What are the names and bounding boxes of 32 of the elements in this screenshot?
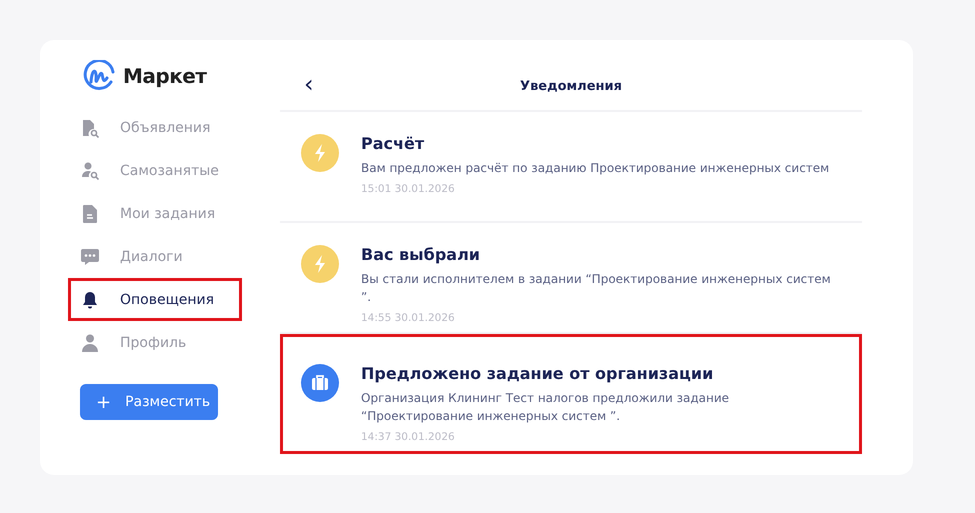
user-icon (80, 332, 100, 352)
nav-item[interactable]: Диалоги (68, 235, 242, 278)
notification-text: Организация Клининг Тест налогов предложили задание “Проектирование инженерных систем ”. (361, 390, 730, 425)
nav-item[interactable]: Мои задания (68, 192, 242, 235)
document-search-icon (80, 118, 100, 138)
notification-text: Вы стали исполнителем в задании “Проектирование инженерных систем ”. (361, 271, 832, 306)
nav-item[interactable]: Профиль (68, 321, 242, 364)
briefcase-icon (301, 364, 339, 402)
notification-title: Предложено задание от организации (361, 364, 714, 383)
back-button[interactable]: ‹ (300, 70, 318, 98)
post-button[interactable]: + Разместить (80, 384, 218, 420)
nav-item[interactable]: Объявления (68, 106, 242, 149)
notification-title: Вас выбрали (361, 245, 481, 264)
user-search-icon (80, 160, 100, 180)
nav-item[interactable]: Самозанятые (68, 149, 242, 192)
notification-time: 15:01 30.01.2026 (361, 183, 456, 195)
document-icon (80, 204, 100, 224)
notification-item[interactable]: Расчёт Вам предложен расчёт по заданию Проектирование инженерных систем 15:01 30.01.2026 (280, 112, 862, 223)
notification-title: Расчёт (361, 134, 426, 153)
logo-text: Маркет (123, 64, 206, 88)
lightning-icon (301, 245, 339, 283)
bell-icon (80, 290, 100, 310)
notification-text: Вам предложен расчёт по заданию Проектирование инженерных систем (361, 160, 830, 177)
notification-time: 14:55 30.01.2026 (361, 312, 456, 324)
notification-time: 14:37 30.01.2026 (361, 431, 456, 443)
notification-item[interactable]: Предложено задание от организации Организация Клининг Тест налогов предложили задание “Проектирование инженерных систем ”. 14:37 30.01.2026 (280, 334, 862, 454)
nav-item[interactable]: Оповещения (68, 278, 242, 321)
logo-icon (83, 60, 117, 92)
lightning-icon (301, 134, 339, 172)
chat-icon (80, 246, 100, 266)
notification-item[interactable]: Вас выбрали Вы стали исполнителем в задании “Проектирование инженерных систем ”. 14:55 30.01.2026 (280, 223, 862, 334)
page-title: Уведомления (520, 78, 622, 94)
